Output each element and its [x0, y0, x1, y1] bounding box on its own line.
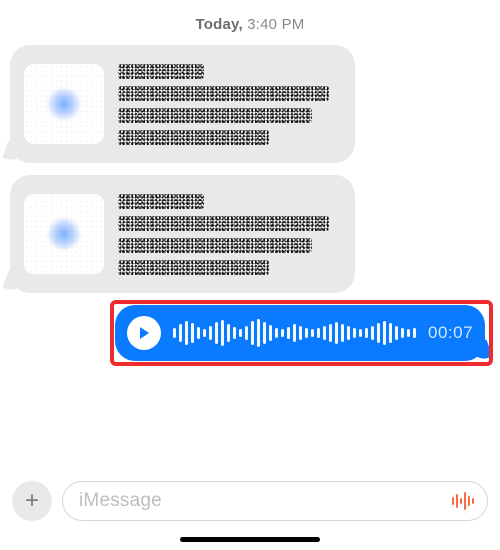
- waveform-bar: [263, 322, 266, 344]
- waveform-bar: [179, 324, 182, 342]
- waveform-bar: [341, 324, 344, 342]
- message-input[interactable]: iMessage: [62, 481, 488, 521]
- add-attachment-button[interactable]: +: [12, 481, 52, 521]
- waveform-bar: [257, 319, 260, 347]
- waveform-bar: [281, 329, 284, 337]
- waveform-bar: [305, 328, 308, 338]
- waveform-bar: [383, 321, 386, 345]
- home-indicator[interactable]: [180, 537, 320, 542]
- waveform-bar: [413, 328, 416, 338]
- waveform-bar: [293, 324, 296, 342]
- waveform-bar: [275, 328, 278, 338]
- waveform-bar: [329, 324, 332, 342]
- message-row: [10, 45, 490, 163]
- waveform-bar: [359, 329, 362, 337]
- play-icon: [136, 325, 152, 341]
- waveform-bar: [317, 328, 320, 338]
- waveform-bar: [347, 326, 350, 340]
- play-button[interactable]: [127, 316, 161, 350]
- waveform-bar: [191, 323, 194, 343]
- outgoing-audio-message-bubble[interactable]: 00:07: [115, 305, 485, 361]
- waveform-bar: [251, 321, 254, 345]
- waveform-bar: [197, 327, 200, 339]
- audio-duration: 00:07: [428, 323, 473, 343]
- message-row: [10, 175, 490, 293]
- waveform-bar: [407, 329, 410, 337]
- message-row: 00:07: [10, 305, 490, 361]
- waveform-bar: [245, 326, 248, 340]
- link-preview-thumbnail: [24, 194, 104, 274]
- redacted-preview-text: [118, 64, 339, 145]
- waveform-bar: [377, 323, 380, 343]
- message-input-placeholder: iMessage: [79, 490, 162, 512]
- waveform-bar: [221, 320, 224, 346]
- waveform-bar: [299, 326, 302, 340]
- audio-waveform-icon: [450, 491, 476, 511]
- waveform-bar: [371, 326, 374, 340]
- waveform-bar: [311, 329, 314, 337]
- waveform-bar: [203, 329, 206, 337]
- dictate-button[interactable]: [449, 487, 477, 515]
- waveform-bar: [173, 328, 176, 338]
- audio-waveform[interactable]: [173, 318, 416, 348]
- waveform-bar: [209, 326, 212, 340]
- redacted-preview-text: [118, 194, 339, 275]
- waveform-bar: [269, 325, 272, 341]
- waveform-bar: [323, 326, 326, 340]
- message-composer: + iMessage: [0, 478, 500, 524]
- waveform-bar: [401, 328, 404, 338]
- conversation-timestamp: Today, 3:40 PM: [10, 10, 490, 45]
- waveform-bar: [353, 328, 356, 338]
- waveform-bar: [395, 326, 398, 340]
- waveform-bar: [215, 322, 218, 344]
- timestamp-day: Today,: [196, 16, 243, 33]
- incoming-link-preview-bubble[interactable]: [10, 45, 355, 163]
- conversation-scroll[interactable]: Today, 3:40 PM: [0, 0, 500, 361]
- waveform-bar: [185, 321, 188, 345]
- waveform-bar: [239, 329, 242, 337]
- waveform-bar: [227, 324, 230, 342]
- incoming-link-preview-bubble[interactable]: [10, 175, 355, 293]
- plus-icon: +: [25, 487, 39, 515]
- timestamp-time: 3:40 PM: [247, 16, 304, 33]
- waveform-bar: [365, 328, 368, 338]
- waveform-bar: [287, 327, 290, 339]
- link-preview-thumbnail: [24, 64, 104, 144]
- waveform-bar: [335, 322, 338, 344]
- waveform-bar: [389, 323, 392, 343]
- waveform-bar: [233, 327, 236, 339]
